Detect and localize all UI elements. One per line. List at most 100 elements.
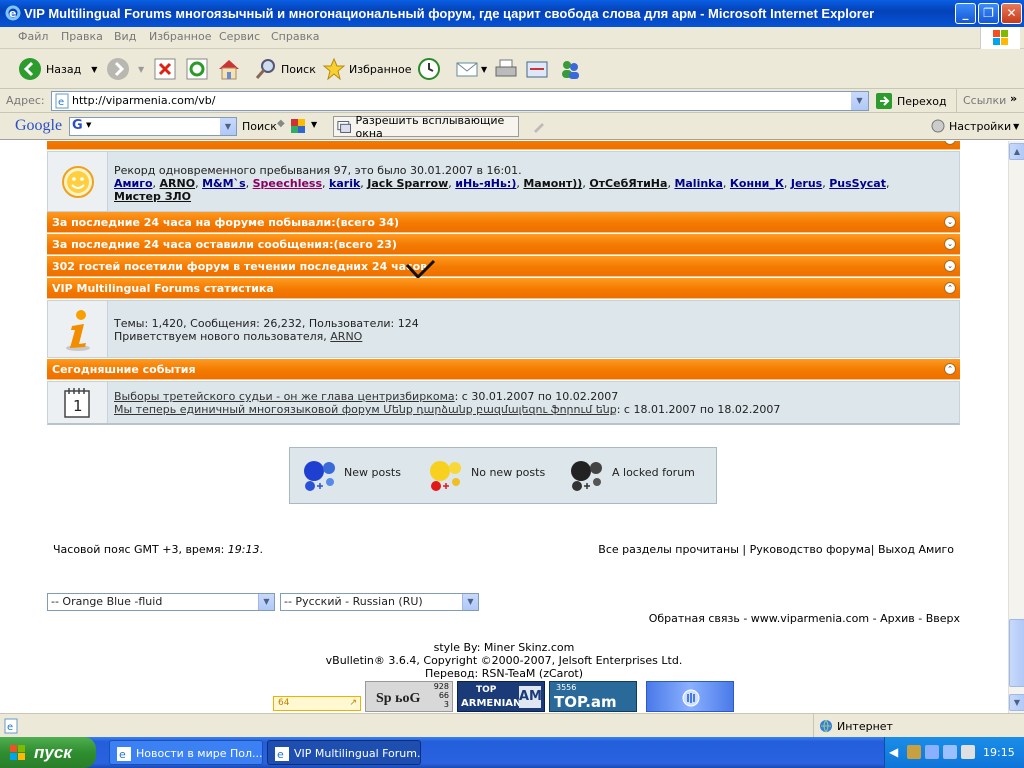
user-link[interactable]: Амиго (114, 177, 153, 190)
start-button[interactable]: пуск (0, 737, 96, 768)
user-link[interactable]: karik (329, 177, 360, 190)
taskbar-item[interactable]: e Новости в мире Пол... (109, 740, 263, 765)
google-dropdown-icon[interactable]: ▼ (220, 118, 236, 135)
collapse-icon[interactable]: ⌃ (944, 363, 956, 375)
back-dropdown-icon[interactable]: ▼ (91, 65, 97, 74)
user-link[interactable]: Jerus (791, 177, 822, 190)
event-link[interactable]: Мы теперь единичный многоязыковой форум … (114, 403, 617, 416)
visited-24h-bar[interactable]: За последние 24 часа на форуме побывали:… (47, 212, 960, 233)
small-counter-badge[interactable]: 64 ↗ (273, 696, 361, 711)
style-select[interactable]: -- Orange Blue -fluid ▼ (47, 593, 275, 611)
svg-text:e: e (119, 748, 126, 761)
taskbar-item-active[interactable]: e VIP Multilingual Forum... (267, 740, 421, 765)
user-link[interactable]: ОтСебЯтиНа (589, 177, 667, 190)
scroll-down-icon[interactable]: ▼ (1009, 694, 1024, 711)
badge-logo-icon (682, 689, 700, 707)
vertical-scrollbar[interactable]: ▲ ▼ (1008, 141, 1024, 713)
menu-help[interactable]: Справка (271, 30, 319, 43)
google-g-icon: G (72, 118, 83, 133)
menu-file[interactable]: Файл (18, 30, 48, 43)
svg-text:e: e (9, 7, 16, 20)
menu-view[interactable]: Вид (114, 30, 136, 43)
top-armenian-counter[interactable]: TOP ARMENIAN AM (457, 681, 545, 712)
menu-edit[interactable]: Правка (61, 30, 103, 43)
google-settings-button[interactable]: Настройки ▼ (931, 119, 1019, 133)
online-users-bar[interactable]: ⌃ (47, 141, 960, 150)
language-select[interactable]: -- Русский - Russian (RU) ▼ (280, 593, 479, 611)
settings-icon (931, 119, 945, 133)
google-search-input[interactable]: G ▼ ▼ (69, 117, 237, 136)
clock[interactable]: 19:15 (983, 746, 1015, 759)
expand-icon[interactable]: ⌄ (944, 238, 956, 250)
maximize-button[interactable]: ❐ (978, 3, 999, 24)
links-label[interactable]: Ссылки (963, 94, 1006, 107)
user-link[interactable]: PusSycat (829, 177, 886, 190)
stats-bar[interactable]: VIP Multilingual Forums статистика ⌃ (47, 278, 960, 299)
tray-app-icon[interactable] (907, 745, 921, 759)
svg-text:1: 1 (73, 397, 83, 415)
history-button[interactable] (417, 55, 441, 83)
messenger-button[interactable] (558, 55, 582, 83)
guests-24h-bar[interactable]: 302 гостей посетили форум в течении посл… (47, 256, 960, 277)
go-arrow-icon (876, 93, 892, 109)
posted-24h-bar[interactable]: За последние 24 часа оставили сообщения:… (47, 234, 960, 255)
user-link[interactable]: M&M`s (202, 177, 246, 190)
minimize-button[interactable]: _ (955, 3, 976, 24)
popup-blocker-button[interactable]: Разрешить всплывающие окна (333, 114, 519, 140)
bottom-links[interactable]: Обратная связь - www.viparmenia.com - Ар… (649, 612, 960, 625)
network-icon[interactable] (925, 745, 939, 759)
title-bar[interactable]: e VIP Multilingual Forums многоязычный и… (0, 0, 1024, 27)
spylog-counter[interactable]: Sp ьоG 928 66 3 (365, 681, 453, 712)
counter-badge[interactable] (646, 681, 734, 712)
user-link[interactable]: Jack Sparrow (367, 177, 448, 190)
print-button[interactable] (494, 55, 518, 83)
expand-icon[interactable]: ⌄ (944, 260, 956, 272)
search-button[interactable]: Поиск (254, 55, 316, 83)
calendar-icon: 1 (64, 388, 90, 418)
go-button[interactable]: Переход (875, 92, 947, 110)
user-link[interactable]: Мамонт)) (523, 177, 582, 190)
user-link[interactable]: иНь-яНь:) (455, 177, 516, 190)
google-news-icon[interactable] (290, 118, 306, 134)
scroll-thumb[interactable] (1009, 619, 1024, 687)
user-link[interactable]: Speechless (253, 177, 322, 190)
footer-links[interactable]: Все разделы прочитаны | Руководство фору… (598, 543, 954, 556)
edit-button[interactable] (525, 55, 549, 83)
address-input[interactable]: e http://viparmenia.com/vb/ ▼ (51, 91, 869, 111)
stop-button[interactable] (154, 55, 176, 83)
windows-flag-icon (10, 745, 25, 760)
edit-icon (526, 61, 548, 78)
top-am-counter[interactable]: 3556 TOP.am (549, 681, 637, 712)
event-link[interactable]: Выборы третейского судьи - он же глава ц… (114, 390, 455, 403)
user-link[interactable]: Мистер ЗЛО (114, 190, 191, 203)
arrow-icon: ↗ (349, 698, 357, 708)
google-options-icon[interactable]: ◆ (277, 118, 285, 129)
favorites-button[interactable]: Избранное (322, 55, 411, 83)
user-link[interactable]: Malinka (674, 177, 722, 190)
refresh-button[interactable] (186, 55, 208, 83)
tray-expand-icon[interactable]: ◀ (889, 745, 898, 759)
back-button[interactable]: Назад ▼ (18, 55, 97, 83)
volume-icon[interactable] (961, 745, 975, 759)
page-status-icon: e (4, 718, 18, 734)
events-bar[interactable]: Сегодняшние события ⌃ (47, 359, 960, 380)
menu-favorites[interactable]: Избранное (149, 30, 211, 43)
home-button[interactable] (217, 55, 241, 83)
expand-icon[interactable]: ⌄ (944, 216, 956, 228)
network-icon[interactable] (943, 745, 957, 759)
new-user-link[interactable]: ARNO (330, 330, 362, 343)
scroll-up-icon[interactable]: ▲ (1009, 143, 1024, 160)
google-search-button[interactable]: Поиск (242, 120, 277, 133)
collapse-icon[interactable]: ⌃ (944, 141, 956, 145)
forward-button[interactable]: ▼ (106, 55, 144, 83)
legend-locked: A locked forum (612, 466, 695, 479)
ie-icon: e (275, 747, 289, 761)
menu-tools[interactable]: Сервис (219, 30, 260, 43)
close-button[interactable]: ✕ (1001, 3, 1022, 24)
highlight-icon[interactable] (531, 118, 547, 134)
mail-button[interactable]: ▼ (455, 55, 487, 83)
collapse-icon[interactable]: ⌃ (944, 282, 956, 294)
user-link[interactable]: ARNO (160, 177, 196, 190)
user-link[interactable]: Конни_К (730, 177, 784, 190)
address-dropdown-icon[interactable]: ▼ (851, 92, 868, 110)
